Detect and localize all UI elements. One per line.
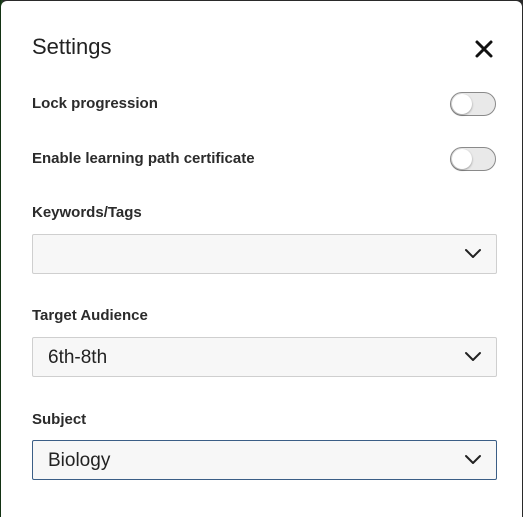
certificate-toggle[interactable] [450,147,496,171]
close-icon [475,40,493,58]
toggle-knob [452,94,472,114]
audience-select[interactable]: 6th-8th [32,337,497,377]
chevron-down-icon [465,249,481,258]
settings-dialog: Settings Lock progression Enable learnin… [1,1,522,517]
keywords-label: Keywords/Tags [32,204,142,221]
chevron-down-icon [465,455,481,464]
lock-progression-toggle[interactable] [450,92,496,116]
close-button[interactable] [472,37,496,61]
subject-label: Subject [32,411,87,428]
subject-select[interactable]: Biology [32,440,497,480]
audience-label: Target Audience [32,307,148,324]
dialog-title: Settings [32,34,112,59]
keywords-select[interactable] [32,234,497,274]
subject-value: Biology [48,450,111,471]
lock-progression-label: Lock progression [32,95,158,112]
toggle-knob [452,149,472,169]
certificate-label: Enable learning path certificate [32,150,255,167]
chevron-down-icon [465,352,481,361]
audience-value: 6th-8th [48,347,108,368]
